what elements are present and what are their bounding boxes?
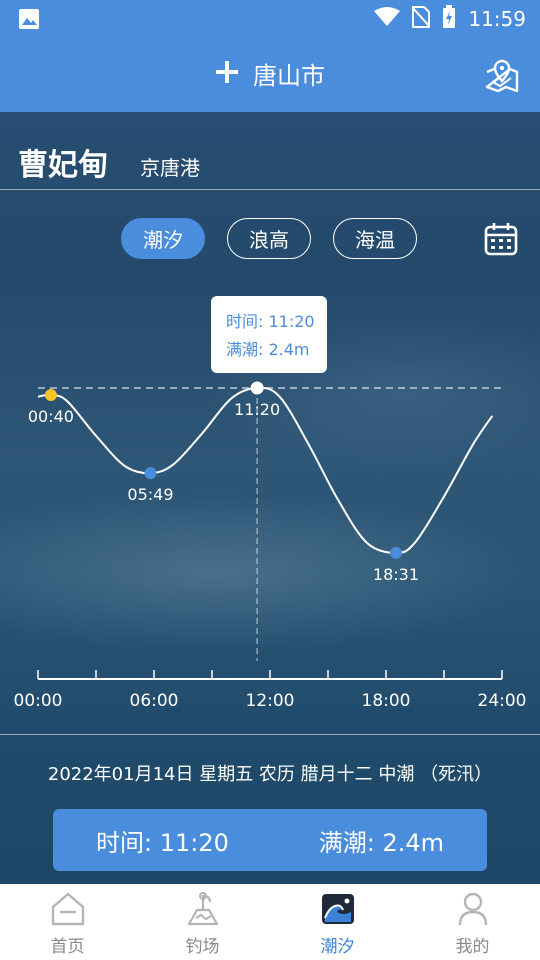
nav-fishing-spot[interactable]: 钓场: [135, 884, 270, 960]
x-tick-label: 18:00: [362, 691, 411, 711]
app-header: 唐山市: [0, 38, 540, 112]
tab-bar: 潮汐 浪高 海温: [121, 218, 417, 259]
tide-marker-low: [144, 467, 157, 480]
gallery-icon: [18, 8, 40, 34]
selected-tide-info: 时间: 11:20 满潮: 2.4m: [53, 809, 487, 871]
tooltip-time: 时间: 11:20: [226, 312, 315, 331]
nav-home[interactable]: 首页: [0, 884, 135, 960]
location-row: 曹妃甸 京唐港: [18, 140, 200, 184]
divider: [0, 734, 540, 735]
tide-wave-icon: [319, 890, 357, 928]
nav-tide[interactable]: 潮汐: [270, 884, 405, 960]
tab-wave-height[interactable]: 浪高: [227, 218, 311, 259]
tide-marker-low: [389, 547, 402, 559]
x-tick-label: 12:00: [246, 691, 295, 711]
x-tick-label: 06:00: [130, 691, 179, 711]
x-tick-label: 24:00: [478, 691, 527, 711]
tide-marker-label: 00:40: [28, 407, 74, 426]
no-sim-icon: [411, 6, 432, 32]
x-tick-label: 00:00: [14, 691, 63, 711]
tide-marker-label: 18:31: [373, 565, 419, 584]
user-icon: [454, 890, 492, 928]
nav-label: 潮汐: [320, 937, 355, 957]
home-icon: [49, 890, 87, 928]
wifi-icon: [374, 7, 401, 31]
tab-sea-temperature[interactable]: 海温: [333, 218, 417, 259]
nav-mine[interactable]: 我的: [405, 884, 540, 960]
nav-label: 钓场: [185, 937, 220, 957]
tooltip-tide: 满潮: 2.4m: [226, 340, 310, 359]
place-name[interactable]: 曹妃甸: [18, 140, 108, 184]
calendar-icon[interactable]: [483, 221, 519, 257]
nav-label: 首页: [50, 937, 85, 957]
battery-charging-icon: [442, 5, 456, 33]
date-info: 2022年01月14日 星期五 农历 腊月十二 中潮 （死汛）: [47, 764, 493, 785]
tab-tide[interactable]: 潮汐: [121, 218, 205, 259]
tide-marker-high: [250, 381, 264, 395]
status-bar: 11:59: [0, 0, 540, 38]
info-time: 时间: 11:20: [96, 828, 229, 857]
info-tide: 满潮: 2.4m: [318, 828, 444, 857]
bottom-nav: 首页 钓场 潮汐 我的: [0, 884, 540, 960]
port-name[interactable]: 京唐港: [140, 152, 200, 181]
divider: [0, 189, 540, 190]
tide-marker-high: [44, 388, 57, 401]
city-title[interactable]: 唐山市: [253, 56, 325, 91]
status-time: 11:59: [468, 7, 526, 31]
chart-tooltip: 时间: 11:20 满潮: 2.4m: [211, 296, 327, 373]
fishing-spot-icon: [184, 890, 222, 928]
plus-icon[interactable]: [215, 60, 239, 88]
tide-marker-label: 11:20: [234, 400, 280, 419]
tide-marker-label: 05:49: [127, 485, 173, 504]
map-pin-icon[interactable]: [484, 58, 520, 94]
nav-label: 我的: [455, 937, 490, 957]
